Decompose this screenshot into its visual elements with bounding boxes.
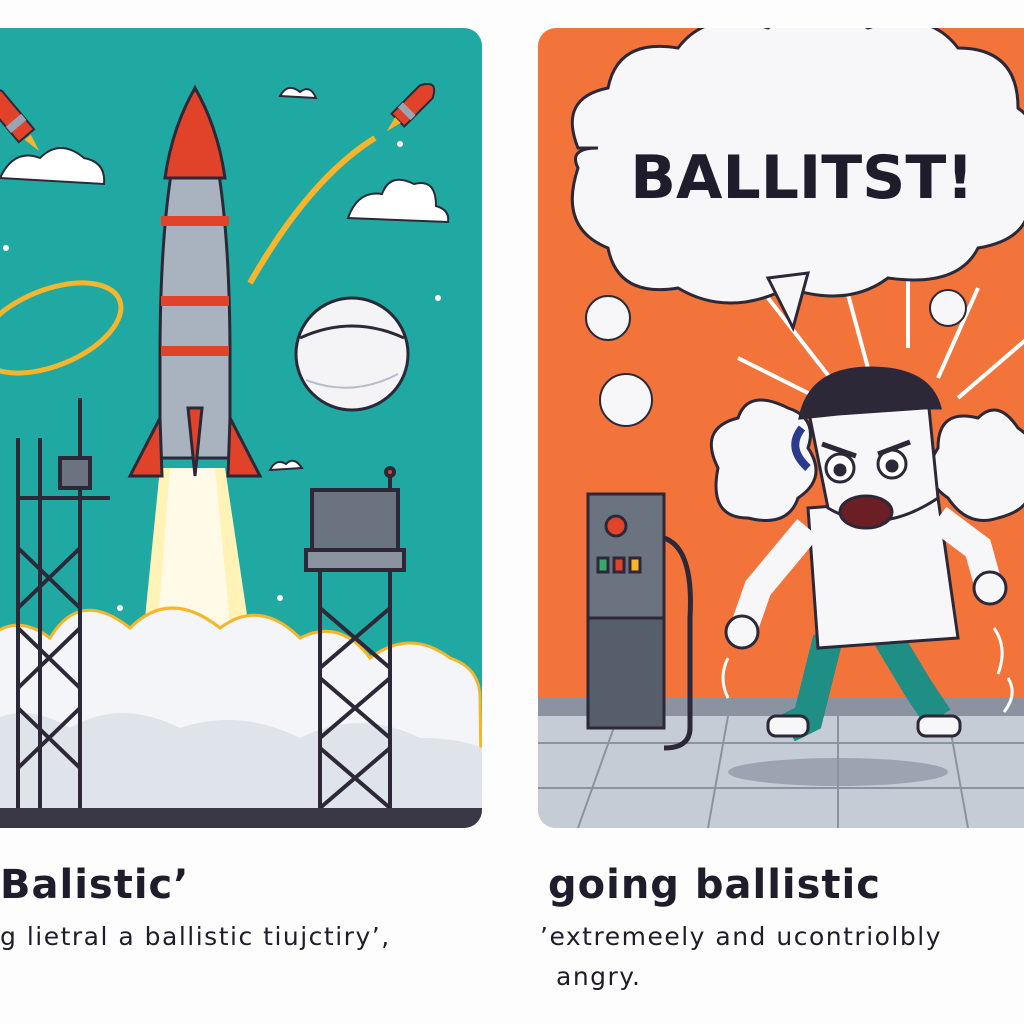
baseball [294, 296, 410, 412]
rocket-launch-panel [0, 28, 482, 828]
left-caption-subtitle: g lietral a ballistic tiujctiry’, [0, 922, 391, 951]
right-caption-subtitle-line1: ’extremeely and ucontriolbly [540, 922, 942, 951]
launch-pad-ground [0, 808, 482, 828]
angry-man-panel: BALLITST! [538, 28, 1024, 828]
speech-bubble-text: BALLITST! [630, 143, 973, 213]
rocket-launch-illustration [0, 28, 482, 828]
left-caption-title: Balistic’ [0, 862, 190, 908]
right-caption-subtitle-line2: angry. [556, 962, 642, 991]
angry-man-illustration: BALLITST! [538, 28, 1024, 828]
right-caption-title: going ballistic [548, 862, 881, 908]
